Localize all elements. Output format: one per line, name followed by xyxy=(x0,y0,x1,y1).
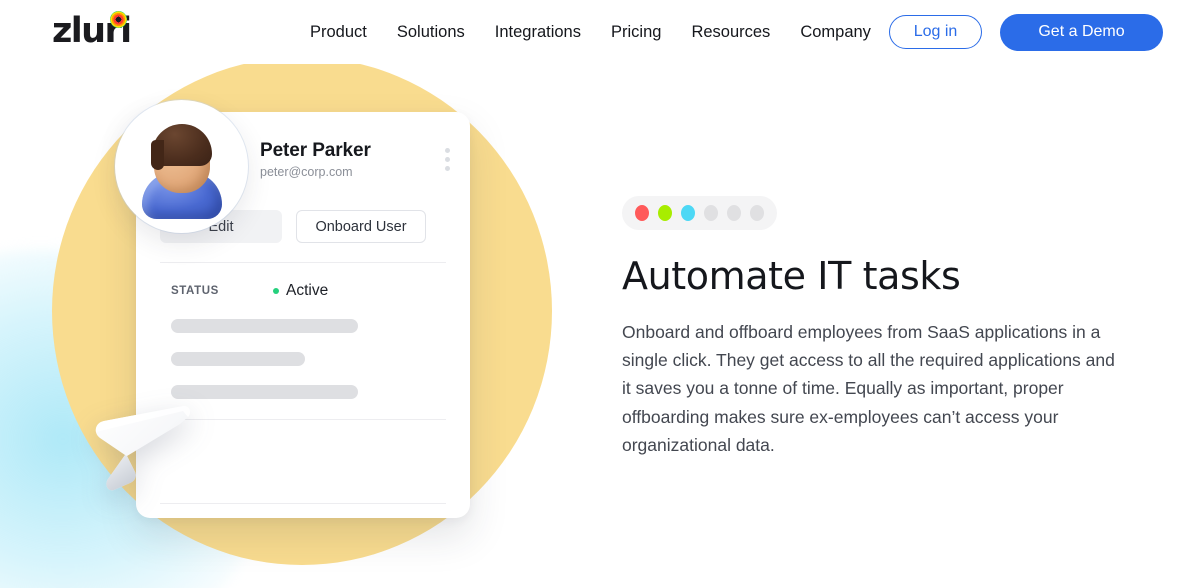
color-dots-indicator xyxy=(622,196,777,230)
indicator-dot xyxy=(704,205,718,221)
status-dot-icon xyxy=(273,288,279,294)
divider xyxy=(160,419,446,420)
feature-content: Automate IT tasks Onboard and offboard e… xyxy=(622,196,1127,459)
page-title: Automate IT tasks xyxy=(622,254,961,298)
indicator-dot xyxy=(681,205,695,221)
placeholder-bar xyxy=(171,385,358,399)
feature-description: Onboard and offboard employees from SaaS… xyxy=(622,321,1115,455)
onboard-user-button[interactable]: Onboard User xyxy=(296,210,426,243)
kebab-dot xyxy=(445,157,450,162)
kebab-dot xyxy=(445,148,450,153)
status-value: Active xyxy=(286,282,329,299)
nav-item-solutions[interactable]: Solutions xyxy=(382,24,480,41)
divider xyxy=(160,503,446,504)
indicator-dot xyxy=(727,205,741,221)
nav-item-pricing[interactable]: Pricing xyxy=(596,24,676,41)
mouse-cursor-3d-illustration xyxy=(95,405,191,491)
site-header: zluri Product Solutions Integrations Pricin… xyxy=(0,0,1201,64)
zluri-logo[interactable]: zluri xyxy=(52,11,132,49)
nav-item-resources[interactable]: Resources xyxy=(676,24,785,41)
avatar-hair xyxy=(150,124,212,170)
placeholder-bar xyxy=(171,352,305,366)
rainbow-dot-icon xyxy=(110,11,127,28)
nav-item-integrations[interactable]: Integrations xyxy=(480,24,596,41)
kebab-dot xyxy=(445,166,450,171)
placeholder-bar xyxy=(171,319,358,333)
main-navigation: Product Solutions Integrations Pricing Resou… xyxy=(310,0,886,64)
user-avatar-illustration xyxy=(115,100,248,233)
log-in-button[interactable]: Log in xyxy=(889,15,982,49)
user-email: peter@corp.com xyxy=(260,165,353,179)
nav-item-product[interactable]: Product xyxy=(310,24,382,41)
nav-item-company[interactable]: Company xyxy=(785,24,886,41)
indicator-dot xyxy=(750,205,764,221)
user-name: Peter Parker xyxy=(260,140,371,161)
header-actions: Log in Get a Demo xyxy=(889,0,1163,64)
status-label: STATUS xyxy=(171,285,219,297)
indicator-dot xyxy=(658,205,672,221)
indicator-dot xyxy=(635,205,649,221)
kebab-menu-icon[interactable] xyxy=(445,148,450,171)
divider xyxy=(160,262,446,263)
get-a-demo-button[interactable]: Get a Demo xyxy=(1000,13,1163,51)
status-row: STATUS Active xyxy=(171,282,328,300)
